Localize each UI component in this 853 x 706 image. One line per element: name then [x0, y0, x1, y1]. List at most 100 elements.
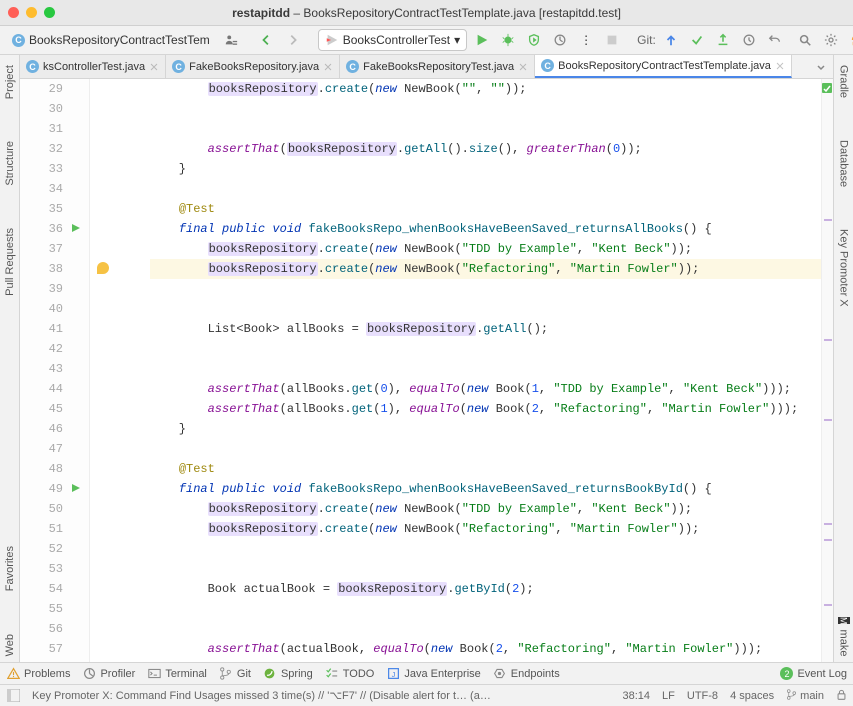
git-update-icon[interactable]	[660, 29, 682, 51]
bottom-tool-java-enterprise[interactable]: JJava Enterprise	[386, 667, 480, 681]
stop-button[interactable]	[601, 29, 623, 51]
git-push-icon[interactable]	[712, 29, 734, 51]
run-configuration-select[interactable]: BooksControllerTest ▾	[318, 29, 467, 51]
code-editor[interactable]: 2930313233343536373839404142434445464748…	[20, 79, 833, 662]
pull-requests-tool-tab[interactable]: Pull Requests	[2, 222, 18, 302]
bottom-tool-spring[interactable]: Spring	[263, 667, 313, 681]
editor-tab[interactable]: C FakeBooksRepository.java	[166, 55, 340, 78]
code-line[interactable]: assertThat(actualBook, equalTo(new Book(…	[150, 639, 821, 659]
code-line[interactable]	[150, 119, 821, 139]
usage-marker[interactable]	[824, 339, 832, 341]
code-line[interactable]: }	[150, 659, 821, 662]
readonly-lock-icon[interactable]	[836, 689, 847, 703]
more-actions-icon[interactable]: ⋮	[575, 29, 597, 51]
members-in-navbar-icon[interactable]	[220, 29, 242, 51]
code-line[interactable]: booksRepository.create(new NewBook("Refa…	[150, 259, 821, 279]
line-number[interactable]: 36	[20, 219, 63, 239]
close-tab-icon[interactable]	[775, 61, 785, 71]
line-number[interactable]: 37	[20, 239, 63, 259]
code-line[interactable]: booksRepository.create(new NewBook("Refa…	[150, 519, 821, 539]
editor-content[interactable]: booksRepository.create(new NewBook("", "…	[90, 79, 821, 662]
line-number[interactable]: 47	[20, 439, 63, 459]
code-line[interactable]	[150, 299, 821, 319]
bottom-tool-git[interactable]: Git	[219, 667, 251, 681]
close-tab-icon[interactable]	[323, 62, 333, 72]
run-test-icon[interactable]	[71, 482, 81, 502]
debug-button[interactable]	[497, 29, 519, 51]
cursor-position[interactable]: 38:14	[623, 690, 651, 702]
tool-window-quick-access-icon[interactable]	[6, 689, 20, 703]
editor-tab[interactable]: C BooksRepositoryContractTestTemplate.ja…	[535, 55, 792, 78]
status-message[interactable]: Key Promoter X: Command Find Usages miss…	[32, 689, 492, 702]
line-number[interactable]: 32	[20, 139, 63, 159]
code-line[interactable]: assertThat(booksRepository.getAll().size…	[150, 139, 821, 159]
project-tool-tab[interactable]: Project	[2, 59, 18, 105]
code-line[interactable]: final public void fakeBooksRepo_whenBook…	[150, 479, 821, 499]
line-number[interactable]: 56	[20, 619, 63, 639]
make-tool-tab[interactable]: M make	[836, 611, 852, 662]
line-number[interactable]: 35	[20, 199, 63, 219]
line-number[interactable]: 53	[20, 559, 63, 579]
line-number[interactable]: 33	[20, 159, 63, 179]
line-number[interactable]: 49	[20, 479, 63, 499]
code-line[interactable]	[150, 339, 821, 359]
code-line[interactable]: booksRepository.create(new NewBook("", "…	[150, 79, 821, 99]
line-number[interactable]: 50	[20, 499, 63, 519]
bottom-tool-problems[interactable]: Problems	[6, 667, 70, 681]
error-strip[interactable]	[821, 79, 833, 662]
sync-icon[interactable]	[846, 29, 853, 51]
bottom-tool-endpoints[interactable]: Endpoints	[493, 667, 560, 681]
code-line[interactable]	[150, 439, 821, 459]
line-number[interactable]: 44	[20, 379, 63, 399]
line-number[interactable]: 46	[20, 419, 63, 439]
line-number[interactable]: 51	[20, 519, 63, 539]
line-number[interactable]: 55	[20, 599, 63, 619]
web-tool-tab[interactable]: Web	[2, 628, 18, 662]
line-number[interactable]: 38	[20, 259, 63, 279]
code-line[interactable]: assertThat(allBooks.get(1), equalTo(new …	[150, 399, 821, 419]
line-number[interactable]: 43	[20, 359, 63, 379]
close-tab-icon[interactable]	[518, 62, 528, 72]
indent[interactable]: 4 spaces	[730, 690, 774, 702]
code-line[interactable]	[150, 619, 821, 639]
code-line[interactable]: List<Book> allBooks = booksRepository.ge…	[150, 319, 821, 339]
line-number[interactable]: 41	[20, 319, 63, 339]
editor-tab[interactable]: C ksControllerTest.java	[20, 55, 166, 78]
line-number[interactable]: 34	[20, 179, 63, 199]
git-commit-icon[interactable]	[686, 29, 708, 51]
line-number[interactable]: 30	[20, 99, 63, 119]
usage-marker[interactable]	[824, 523, 832, 525]
bottom-tool-terminal[interactable]: Terminal	[147, 667, 207, 681]
code-line[interactable]	[150, 539, 821, 559]
line-number[interactable]: 57	[20, 639, 63, 659]
code-line[interactable]	[150, 359, 821, 379]
database-tool-tab[interactable]: Database	[836, 134, 852, 193]
close-tab-icon[interactable]	[149, 62, 159, 72]
bottom-tool-todo[interactable]: TODO	[325, 667, 375, 681]
editor-gutter[interactable]: 2930313233343536373839404142434445464748…	[20, 79, 90, 662]
favorites-tool-tab[interactable]: Favorites	[2, 540, 18, 597]
line-number[interactable]: 42	[20, 339, 63, 359]
code-line[interactable]: assertThat(allBooks.get(0), equalTo(new …	[150, 379, 821, 399]
bottom-tool-profiler[interactable]: Profiler	[82, 667, 135, 681]
code-line[interactable]: }	[150, 419, 821, 439]
code-line[interactable]: final public void fakeBooksRepo_whenBook…	[150, 219, 821, 239]
usage-marker[interactable]	[824, 604, 832, 606]
line-number[interactable]: 54	[20, 579, 63, 599]
key-promoter-tool-tab[interactable]: Key Promoter X	[836, 223, 852, 313]
search-everywhere-icon[interactable]	[794, 29, 816, 51]
usage-marker[interactable]	[824, 419, 832, 421]
code-line[interactable]	[150, 99, 821, 119]
profile-button[interactable]	[549, 29, 571, 51]
git-rollback-icon[interactable]	[764, 29, 786, 51]
run-test-icon[interactable]	[71, 222, 81, 242]
code-line[interactable]	[150, 279, 821, 299]
code-line[interactable]: booksRepository.create(new NewBook("TDD …	[150, 239, 821, 259]
line-number[interactable]: 58	[20, 659, 63, 662]
close-window-icon[interactable]	[8, 7, 19, 18]
usage-marker[interactable]	[824, 219, 832, 221]
forward-icon[interactable]	[282, 29, 304, 51]
line-number[interactable]: 29	[20, 79, 63, 99]
tabs-overflow-icon[interactable]	[809, 55, 833, 78]
code-line[interactable]	[150, 599, 821, 619]
